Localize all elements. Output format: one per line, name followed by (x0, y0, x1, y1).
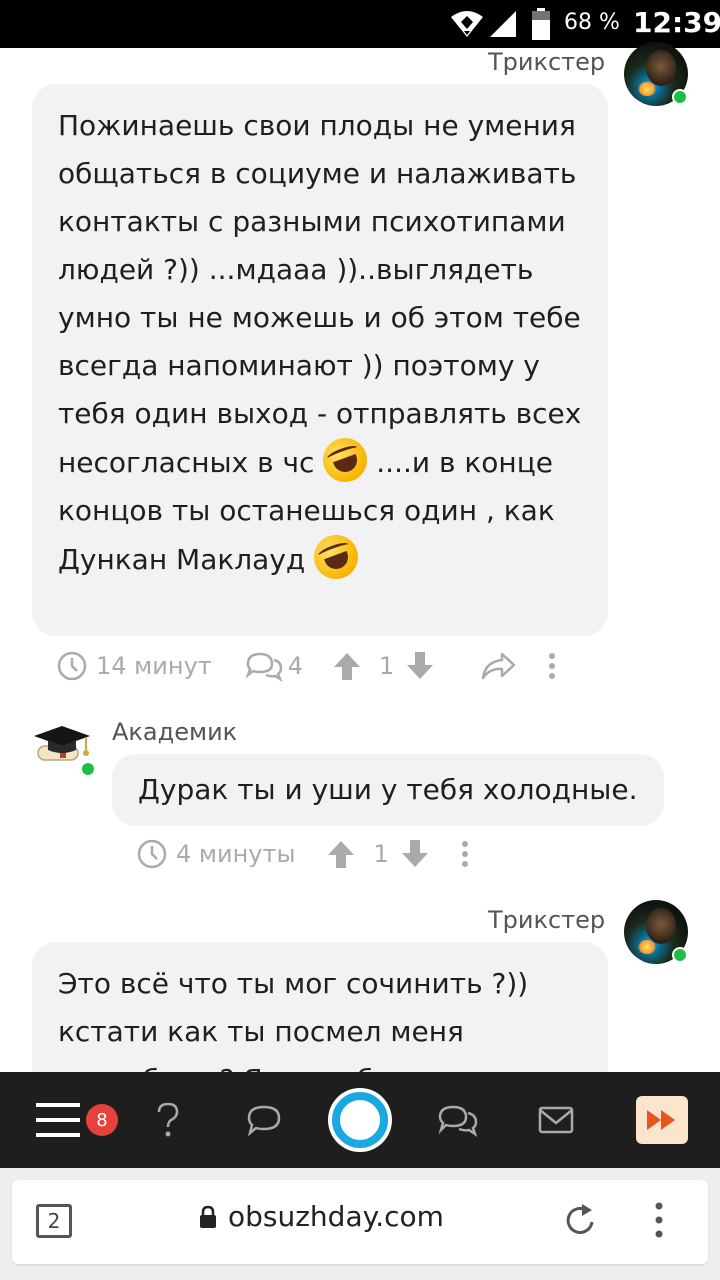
reload-icon[interactable] (562, 1200, 598, 1240)
clock-icon (57, 651, 87, 681)
signal-icon (490, 11, 516, 37)
avatar-glow (638, 82, 656, 96)
url-display[interactable]: obsuzhday.com (198, 1200, 444, 1233)
arrow-down-icon[interactable] (401, 839, 429, 869)
battery-icon (532, 8, 550, 40)
online-indicator (672, 89, 688, 105)
comment-author[interactable]: Академик (112, 718, 237, 746)
site-logo-icon[interactable] (332, 1092, 388, 1148)
chat-icon[interactable] (246, 1104, 282, 1136)
menu-button[interactable] (30, 1072, 86, 1168)
upvote-button[interactable] (327, 839, 355, 869)
menu-icon[interactable] (36, 1101, 80, 1139)
mail-button[interactable] (534, 1072, 578, 1168)
more-vertical-icon[interactable] (548, 652, 556, 680)
comment-meta: 4 минуты 1 (136, 834, 469, 874)
mail-icon[interactable] (538, 1106, 574, 1134)
comment-time: 4 минуты (136, 838, 295, 870)
score: 1 (379, 652, 395, 680)
online-indicator (80, 761, 96, 777)
comment-bubble: Пожинаешь свои плоды не умения общаться … (32, 84, 608, 636)
browser-toolbar: 2 obsuzhday.com (0, 1168, 720, 1280)
more-vertical-icon[interactable] (461, 840, 469, 868)
downvote-button[interactable] (406, 651, 434, 681)
more-menu-button[interactable] (548, 652, 556, 680)
status-bar: 68 % 12:39 (0, 0, 720, 48)
wifi-icon (451, 11, 483, 37)
fast-forward-icon[interactable] (645, 1108, 679, 1132)
help-icon[interactable] (154, 1101, 182, 1139)
battery-percent: 68 % (564, 10, 620, 35)
share-button[interactable] (480, 651, 516, 681)
url-text[interactable]: obsuzhday.com (228, 1200, 444, 1233)
arrow-down-icon[interactable] (406, 651, 434, 681)
arrow-up-icon[interactable] (333, 651, 361, 681)
more-menu-button[interactable] (461, 840, 469, 868)
lock-icon (200, 1205, 216, 1228)
chat-button[interactable] (242, 1072, 286, 1168)
notification-badge[interactable]: 8 (86, 1104, 118, 1136)
comment-author[interactable]: Трикстер (488, 906, 605, 934)
site-logo-button[interactable] (328, 1088, 392, 1152)
online-indicator (672, 947, 688, 963)
comment-meta: 14 минут 4 1 (56, 646, 556, 686)
avatar-face (646, 908, 676, 944)
downvote-button[interactable] (401, 839, 429, 869)
comment-time-text: 4 минуты (176, 840, 296, 868)
comment-time: 14 минут (56, 650, 212, 682)
help-button[interactable] (148, 1072, 188, 1168)
avatar-glow (638, 940, 656, 954)
bottom-navigation: 8 (0, 1072, 720, 1168)
browser-menu-icon[interactable] (654, 1200, 664, 1240)
discussions-icon[interactable] (437, 1103, 479, 1137)
comment-author[interactable]: Трикстер (488, 48, 605, 76)
fast-forward-button[interactable] (636, 1096, 688, 1144)
share-icon[interactable] (480, 651, 516, 681)
avatar-face (646, 50, 676, 86)
rofl-emoji-icon (317, 431, 374, 489)
discussions-icon[interactable] (244, 650, 284, 682)
comment-time-text: 14 минут (96, 652, 212, 680)
upvote-button[interactable] (333, 651, 361, 681)
replies-count-text: 4 (287, 652, 304, 680)
clock-icon (137, 839, 167, 869)
replies-count[interactable]: 4 (244, 650, 303, 682)
comment-text: Пожинаешь свои плоды не умения общаться … (58, 109, 582, 479)
arrow-up-icon[interactable] (327, 839, 355, 869)
tab-switcher-button[interactable]: 2 (36, 1204, 72, 1238)
address-bar[interactable]: 2 obsuzhday.com (12, 1180, 708, 1264)
score: 1 (373, 840, 389, 868)
comment-bubble: Дурак ты и уши у тебя холодные. (112, 754, 664, 826)
rofl-emoji-icon (307, 528, 365, 586)
clock: 12:39 (633, 6, 720, 39)
comment-text: Дурак ты и уши у тебя холодные. (138, 773, 638, 806)
discussions-button[interactable] (434, 1072, 482, 1168)
